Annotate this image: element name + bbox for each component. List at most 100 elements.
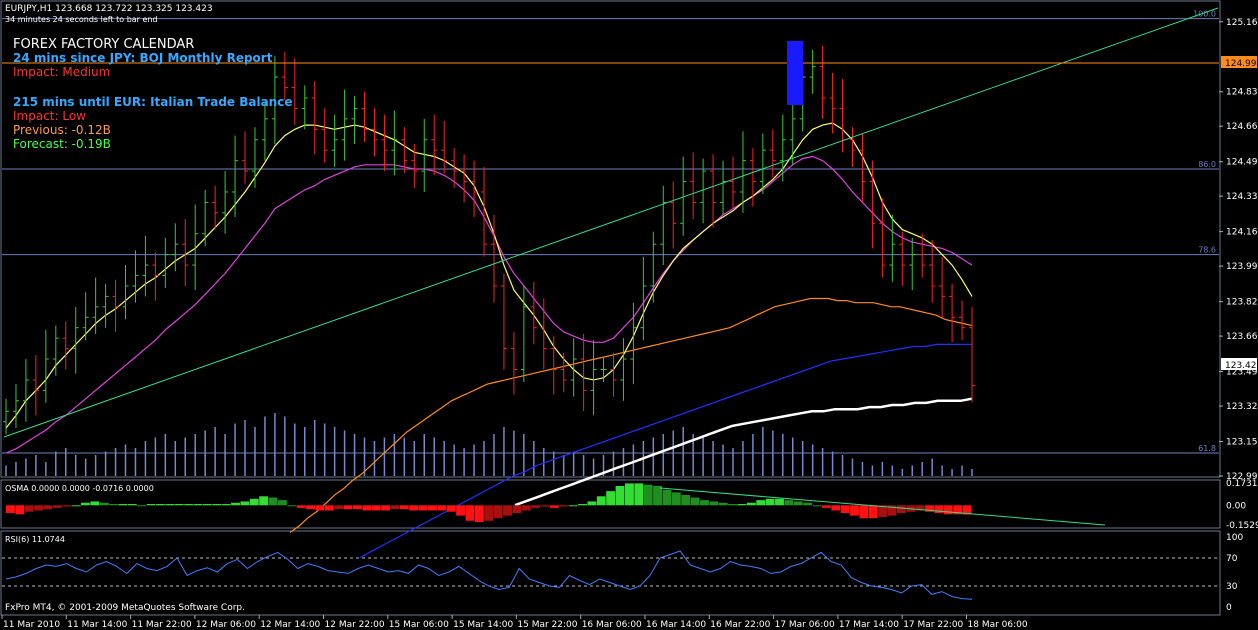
osma-bar [821,505,831,508]
osma-bar [793,501,803,506]
time-label: 11 Mar 2010 [3,620,60,630]
osma-bar [850,505,859,516]
bar-timer: 34 minutes 24 seconds left to bar end [5,15,158,24]
rsi-title: RSI(6) 11.0744 [5,535,65,544]
osma-bar [184,504,194,506]
osma-bar [127,504,137,506]
osma-bar [34,505,44,511]
osma-bar [624,483,634,506]
time-label: 17 Mar 14:00 [839,620,899,630]
osma-bar [231,502,240,506]
osma-bar [943,505,953,515]
osma-bar [643,484,653,506]
osma-bar [24,505,34,512]
osma-bar [324,505,334,511]
mt4-chart: 100.0 86.0 78.6 61.8 FOREX FACTORY CALENDAR… [0,0,1258,630]
osma-bar [596,496,606,506]
osma-bar [587,501,597,506]
osma-bar [52,505,62,508]
osma-axis-label: -0.1529 [1226,521,1258,531]
time-label: 16 Mar 22:00 [710,620,770,630]
rsi-axis-label: 100 [1226,533,1243,543]
osma-bar [775,498,784,506]
time-label: 11 Mar 22:00 [132,620,192,630]
osma-bar [868,505,878,519]
price-label: 124.160 [1226,228,1258,238]
calendar-event2-forecast: Forecast: -0.19B [13,137,111,151]
time-label: 12 Mar 14:00 [260,620,320,630]
osma-bar [6,505,15,514]
osma-bar [559,505,569,507]
osma-bar [728,504,738,506]
osma-bar [259,496,269,506]
osma-bar [653,485,663,506]
osma-bar [681,494,691,506]
osma-bar [146,504,156,506]
time-label: 12 Mar 06:00 [196,620,256,630]
time-label: 15 Mar 22:00 [517,620,577,630]
osma-bar [277,500,287,506]
price-label: 125.165 [1226,18,1258,28]
osma-bar [531,505,541,508]
price-label: 123.155 [1226,438,1258,448]
fib-label-3: 61.8 [1198,444,1216,453]
osma-bar [109,504,119,506]
osma-bar [737,504,747,506]
osma-bar [465,505,475,521]
price-label: 123.325 [1226,402,1258,412]
osma-bar [390,505,400,510]
osma-bar [568,505,578,507]
price-label: 124.495 [1226,158,1258,168]
price-label: 124.665 [1226,122,1258,132]
osma-bar [315,505,325,511]
osma-bar [484,505,494,521]
osma-bar [43,505,53,510]
osma-bar [812,505,822,507]
osma-bar [62,505,72,507]
copyright: FxPro MT4, © 2001-2009 MetaQuotes Softwa… [5,603,245,613]
osma-bar [353,505,362,510]
osma-bar [193,504,203,506]
osma-title: OSMA 0.0000 0.0000 -0.0716 0.0000 [5,484,154,493]
osma-bar [362,505,372,511]
price-label: 124.830 [1226,88,1258,98]
osma-bar [212,504,222,506]
osma-bar [174,504,184,506]
calendar-event1: 24 mins since JPY: BOJ Monthly Report [13,51,273,65]
osma-bar [137,505,147,507]
osma-bar [99,502,109,506]
osma-bar [418,505,428,511]
osma-bar [306,505,315,510]
calendar-event2: 215 mins until EUR: Italian Trade Balanc… [13,95,292,109]
calendar-event1-impact: Impact: Medium [13,65,110,79]
osma-bar [221,504,231,506]
time-label: 12 Mar 22:00 [325,620,385,630]
rsi-axis: 100 70 30 0 [1226,533,1243,613]
rsi-axis-label: 30 [1226,582,1238,592]
osma-bar [437,505,447,511]
osma-axis-label: 0.1731 [1226,479,1258,489]
osma-bar [334,505,344,510]
osma-bar [662,489,672,506]
price-label: 124.330 [1226,192,1258,202]
osma-bar [268,497,278,506]
osma-bar [512,505,522,514]
osma-bar [240,501,250,506]
osma-bar [409,505,419,511]
price-label: 123.825 [1226,298,1258,308]
osma-bar [81,502,90,506]
fib-label-2: 78.6 [1198,246,1216,255]
osma-bar [343,505,353,510]
osma-bar [15,505,25,515]
osma-bar [615,485,625,506]
rsi-axis-label: 0 [1226,603,1232,613]
osma-bar [803,502,813,506]
time-label: 11 Mar 14:00 [67,620,127,630]
osma-bar [296,505,306,508]
time-label: 17 Mar 06:00 [775,620,835,630]
osma-axis-label: 0.00 [1226,501,1246,511]
osma-bar [474,505,484,523]
calendar-event2-impact: Impact: Low [13,109,86,123]
osma-bar [156,504,165,506]
osma-bar [540,505,550,507]
